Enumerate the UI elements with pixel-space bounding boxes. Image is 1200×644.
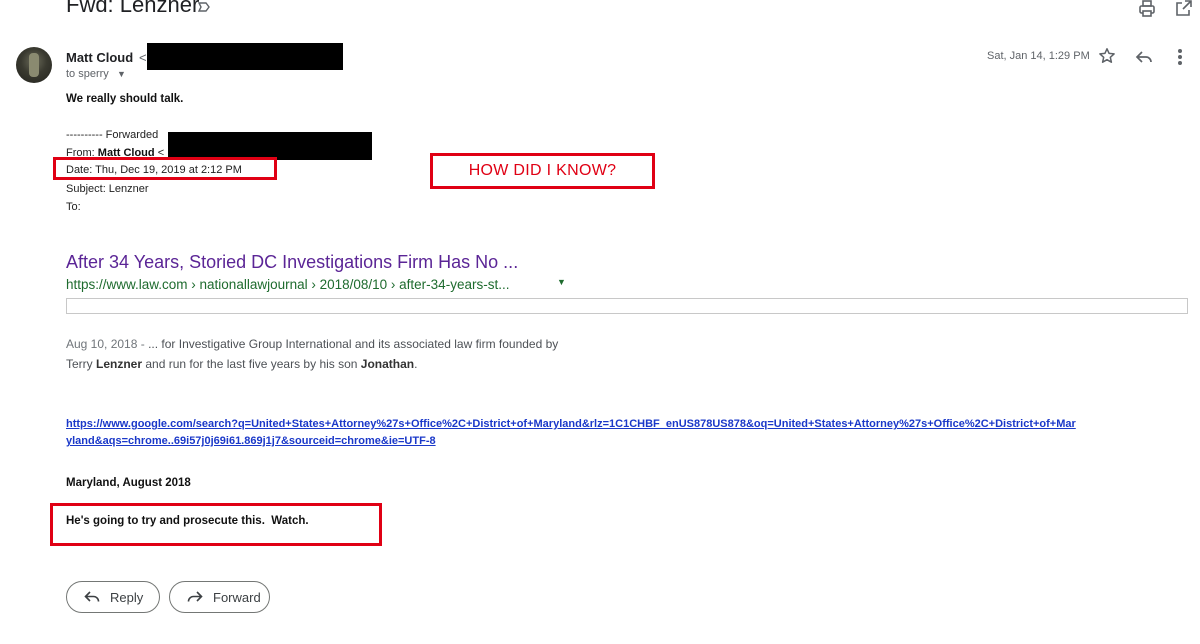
open-in-new-window-icon[interactable]	[1176, 0, 1192, 16]
avatar[interactable]	[16, 47, 52, 83]
forwarded-subject: Subject: Lenzner	[66, 183, 149, 195]
snippet-mid: and run for the last five years by his s…	[142, 357, 361, 371]
sender-name[interactable]: Matt Cloud	[66, 50, 133, 65]
message-date: Sat, Jan 14, 1:29 PM	[987, 50, 1090, 62]
highlight-box-date	[53, 157, 277, 180]
maryland-line: Maryland, August 2018	[66, 477, 191, 489]
more-vert-icon[interactable]	[1177, 47, 1183, 67]
star-icon[interactable]	[1098, 47, 1116, 65]
snippet-end: .	[414, 357, 418, 371]
search-result-url[interactable]: https://www.law.com › nationallawjournal…	[66, 277, 509, 292]
label-icon[interactable]	[197, 0, 211, 14]
snippet-lenzner: Lenzner	[96, 357, 143, 371]
reply-button[interactable]: Reply	[66, 581, 160, 613]
watch-line: He's going to try and prosecute this. Wa…	[66, 515, 309, 527]
forward-button-label: Forward	[213, 589, 261, 605]
forwarded-to: To:	[66, 201, 81, 213]
print-icon[interactable]	[1138, 0, 1156, 18]
snippet-line-1: ... for Investigative Group Internationa…	[148, 337, 559, 351]
snippet-jonathan: Jonathan	[360, 357, 415, 371]
annotation-how-did-i-know: HOW DID I KNOW?	[430, 153, 655, 189]
email-subject: Fwd: Lenzner	[66, 0, 200, 17]
dropdown-caret-icon[interactable]: ▼	[117, 69, 126, 79]
redaction-bar	[168, 132, 372, 160]
reply-icon	[84, 591, 100, 602]
forward-button[interactable]: Forward	[169, 581, 270, 613]
sender-email-bracket: <	[139, 50, 147, 65]
reply-icon[interactable]	[1135, 49, 1153, 65]
search-result-snippet: Aug 10, 2018 - ... for Investigative Gro…	[66, 334, 558, 374]
search-result-divider-box	[66, 298, 1188, 314]
body-opening-line: We really should talk.	[66, 93, 184, 105]
google-search-link[interactable]: https://www.google.com/search?q=United+S…	[66, 416, 1076, 450]
reply-button-label: Reply	[110, 589, 144, 605]
recipient-line[interactable]: to sperry	[66, 68, 109, 80]
dropdown-caret-icon[interactable]: ▼	[557, 277, 566, 287]
snippet-date: Aug 10, 2018 -	[66, 337, 149, 351]
snippet-terry: Terry	[66, 357, 96, 371]
forward-icon	[187, 591, 203, 602]
search-result-title[interactable]: After 34 Years, Storied DC Investigation…	[66, 252, 518, 273]
redaction-bar	[147, 43, 343, 70]
forwarded-header: ---------- Forwarded	[66, 129, 159, 141]
